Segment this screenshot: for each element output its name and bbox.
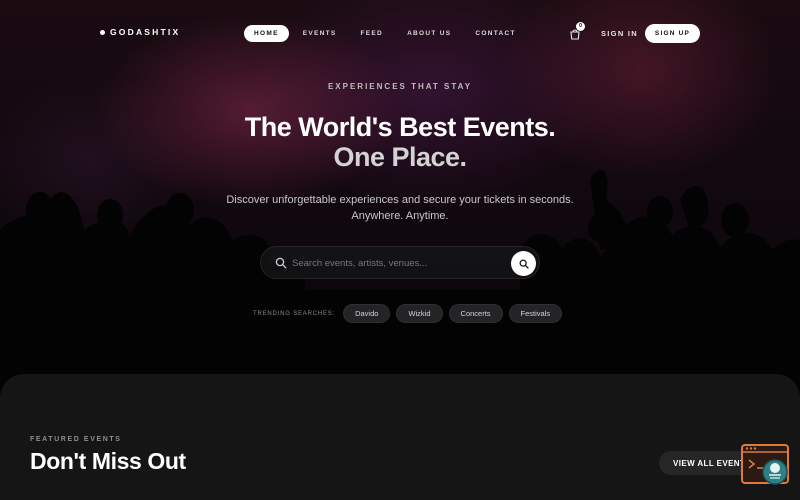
trending-chip[interactable]: Festivals (508, 304, 563, 323)
search-bar (260, 246, 540, 279)
cart-count-badge: 0 (576, 22, 585, 31)
trending-chip[interactable]: Wizkid (396, 304, 443, 323)
hero-subtitle-line2: Anywhere. Anytime. (351, 210, 449, 222)
chat-widget-icon[interactable] (741, 444, 791, 488)
hero-headline-line1: The World's Best Events. (244, 112, 556, 142)
featured-events-section: FEATURED EVENTS Don't Miss Out VIEW ALL … (0, 374, 800, 500)
hero-subtitle-line1: Discover unforgettable experiences and s… (226, 194, 574, 206)
hero-headline-line2: One Place. (333, 142, 467, 172)
brand-name: GODASHTIX (110, 27, 181, 37)
nav-item-events[interactable]: EVENTS (293, 25, 347, 42)
search-submit-button[interactable] (511, 251, 536, 276)
featured-title: Don't Miss Out (30, 448, 186, 474)
top-navbar: GODASHTIX HOME EVENTS FEED ABOUT US CONT… (0, 0, 800, 66)
main-nav: HOME EVENTS FEED ABOUT US CONTACT (244, 25, 526, 42)
logo-dot-icon (100, 29, 105, 35)
featured-eyebrow: FEATURED EVENTS (30, 436, 122, 443)
trending-label: TRENDING SEARCHES: (253, 310, 336, 317)
hero-eyebrow: EXPERIENCES THAT STAY (327, 82, 473, 91)
trending-searches: TRENDING SEARCHES: Davido Wizkid Concert… (253, 304, 563, 323)
trending-chip[interactable]: Concerts (448, 304, 503, 323)
nav-item-contact[interactable]: CONTACT (465, 25, 525, 42)
nav-item-about-us[interactable]: ABOUT US (397, 25, 461, 42)
nav-item-feed[interactable]: FEED (351, 25, 394, 42)
sign-up-button[interactable]: SIGN UP (645, 24, 700, 43)
search-icon (275, 257, 287, 269)
sign-in-link[interactable]: SIGN IN (601, 29, 638, 38)
brand-logo[interactable]: GODASHTIX (100, 27, 180, 37)
search-input[interactable] (292, 255, 502, 271)
search-icon (519, 259, 529, 269)
trending-chip[interactable]: Davido (343, 304, 391, 323)
nav-item-home[interactable]: HOME (244, 25, 289, 42)
